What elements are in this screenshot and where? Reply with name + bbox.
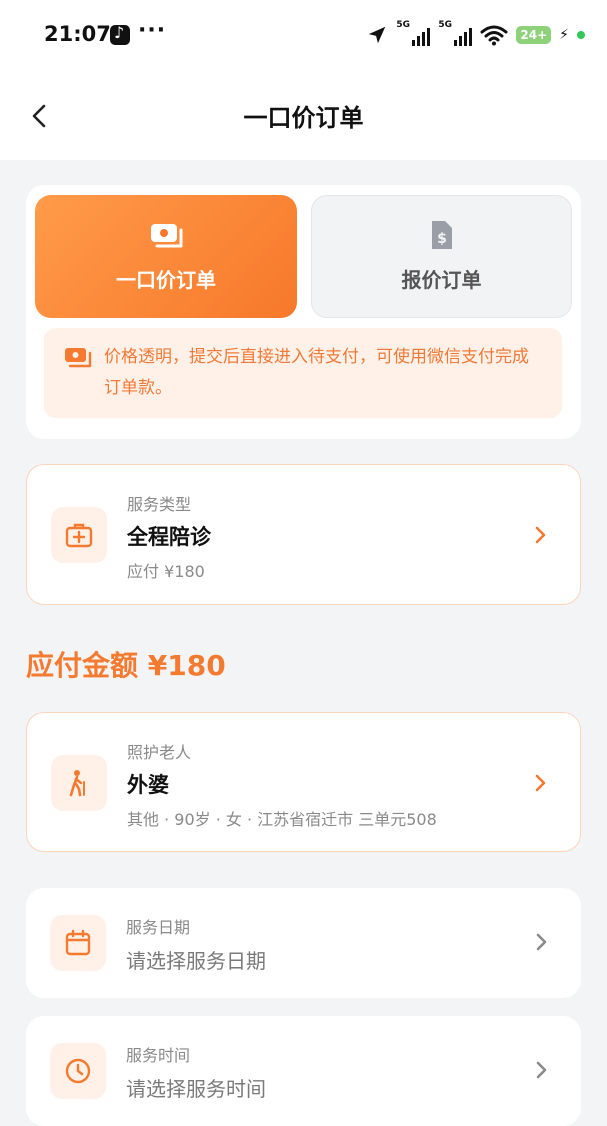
privacy-indicator-dot (577, 31, 585, 39)
navigation-bar: 一口价订单 (0, 72, 607, 160)
battery-level: 24+ (516, 26, 552, 44)
location-arrow-icon (369, 26, 386, 44)
tiktok-icon (110, 23, 130, 45)
patient-label: 照护老人 (127, 743, 192, 762)
amount-due: 应付金额 ¥180 (26, 649, 226, 682)
cellular-signal-icon: 5G (396, 20, 431, 48)
clock-icon (65, 1058, 91, 1084)
service-date-label: 服务日期 (126, 918, 191, 937)
patient-details: 其他 · 90岁 · 女 · 江苏省宿迁市 三单元508 (127, 810, 437, 829)
service-time-label: 服务时间 (126, 1046, 191, 1065)
page-title: 一口价订单 (243, 104, 364, 132)
service-price-note: 应付 ¥180 (127, 562, 205, 581)
cellular-signal-icon: 5G (438, 20, 473, 48)
notice-text: 价格透明，提交后直接进入待支付，可使用微信支付完成订单款。 (104, 347, 529, 398)
chevron-right-icon (536, 1061, 547, 1079)
svg-text:$: $ (437, 231, 447, 247)
order-type-card: 一口价订单 $ 报价订单 价格透明，提交后直接进入待支付，可使用微信支付完成订单… (26, 185, 581, 439)
wifi-icon (480, 25, 508, 46)
tab-label: 一口价订单 (116, 268, 216, 292)
document-dollar-icon: $ (431, 221, 452, 249)
service-time-placeholder: 请选择服务时间 (126, 1077, 266, 1101)
cash-icon (151, 224, 183, 248)
status-bar: 21:07 ··· 5G 5G 24+ ⚡ (0, 0, 607, 72)
service-icon-box (51, 507, 107, 563)
patient-icon-box (51, 755, 107, 811)
tab-label: 报价订单 (401, 268, 482, 292)
service-type-value: 全程陪诊 (127, 525, 211, 549)
service-type-label: 服务类型 (127, 495, 192, 514)
service-time-card[interactable]: 服务时间 请选择服务时间 (26, 1016, 581, 1126)
calendar-icon (65, 929, 91, 956)
tab-quote-order[interactable]: $ 报价订单 (311, 195, 572, 318)
service-date-card[interactable]: 服务日期 请选择服务日期 (26, 888, 581, 998)
service-date-placeholder: 请选择服务日期 (126, 949, 266, 973)
time-icon-box (50, 1043, 106, 1099)
more-notifications-icon: ··· (138, 18, 167, 43)
signal-type-label: 5G (438, 20, 453, 30)
medical-kit-icon (65, 523, 93, 548)
pricing-notice: 价格透明，提交后直接进入待支付，可使用微信支付完成订单款。 (44, 328, 562, 418)
status-time: 21:07 (44, 22, 111, 46)
chevron-right-icon (535, 774, 546, 792)
date-icon-box (50, 915, 106, 971)
tab-fixed-price-order[interactable]: 一口价订单 (35, 195, 297, 318)
cash-icon (65, 348, 92, 368)
charging-icon: ⚡ (559, 27, 569, 43)
patient-card[interactable]: 照护老人 外婆 其他 · 90岁 · 女 · 江苏省宿迁市 三单元508 (26, 712, 581, 852)
elderly-person-icon (69, 770, 85, 797)
service-type-card[interactable]: 服务类型 全程陪诊 应付 ¥180 (26, 464, 581, 605)
chevron-right-icon (535, 526, 546, 544)
patient-name: 外婆 (127, 773, 169, 797)
signal-type-label: 5G (396, 20, 411, 30)
chevron-right-icon (536, 933, 547, 951)
